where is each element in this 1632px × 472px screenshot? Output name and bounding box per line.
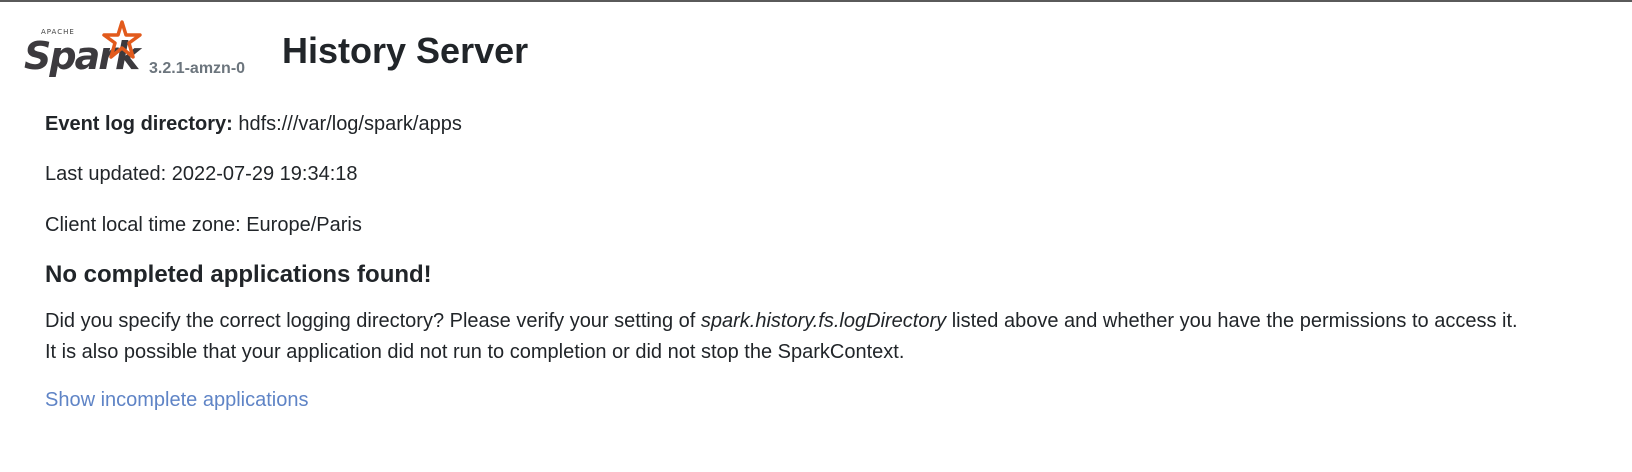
empty-state-message: Did you specify the correct logging dire…: [45, 306, 1605, 368]
event-log-label: Event log directory:: [45, 113, 233, 135]
history-server-page: APACHE Spark 3.2.1-amzn-0 History Server…: [0, 0, 1632, 472]
last-updated-label: Last updated:: [45, 163, 167, 185]
event-log-value: hdfs:///var/log/spark/apps: [238, 113, 462, 135]
last-updated: Last updated: 2022-07-29 19:34:18: [45, 160, 358, 188]
message-setting-name: spark.history.fs.logDirectory: [700, 310, 947, 332]
spark-star-icon: [102, 20, 142, 59]
client-timezone: Client local time zone: Europe/Paris: [45, 211, 362, 239]
last-updated-value: 2022-07-29 19:34:18: [171, 163, 358, 185]
message-part1: Did you specify the correct logging dire…: [45, 310, 701, 332]
page-header: APACHE Spark 3.2.1-amzn-0 History Server: [24, 20, 624, 90]
timezone-value: Europe/Paris: [246, 214, 362, 236]
event-log-directory: Event log directory: hdfs:///var/log/spa…: [45, 110, 462, 138]
spark-logo[interactable]: APACHE Spark: [24, 20, 142, 84]
message-line2: It is also possible that your applicatio…: [45, 341, 905, 363]
page-title: History Server: [282, 30, 529, 71]
spark-version: 3.2.1-amzn-0: [149, 60, 246, 77]
show-incomplete-applications-link[interactable]: Show incomplete applications: [45, 386, 309, 414]
timezone-label: Client local time zone:: [45, 214, 241, 236]
no-applications-heading: No completed applications found!: [45, 261, 432, 288]
message-part2: listed above and whether you have the pe…: [946, 310, 1518, 332]
